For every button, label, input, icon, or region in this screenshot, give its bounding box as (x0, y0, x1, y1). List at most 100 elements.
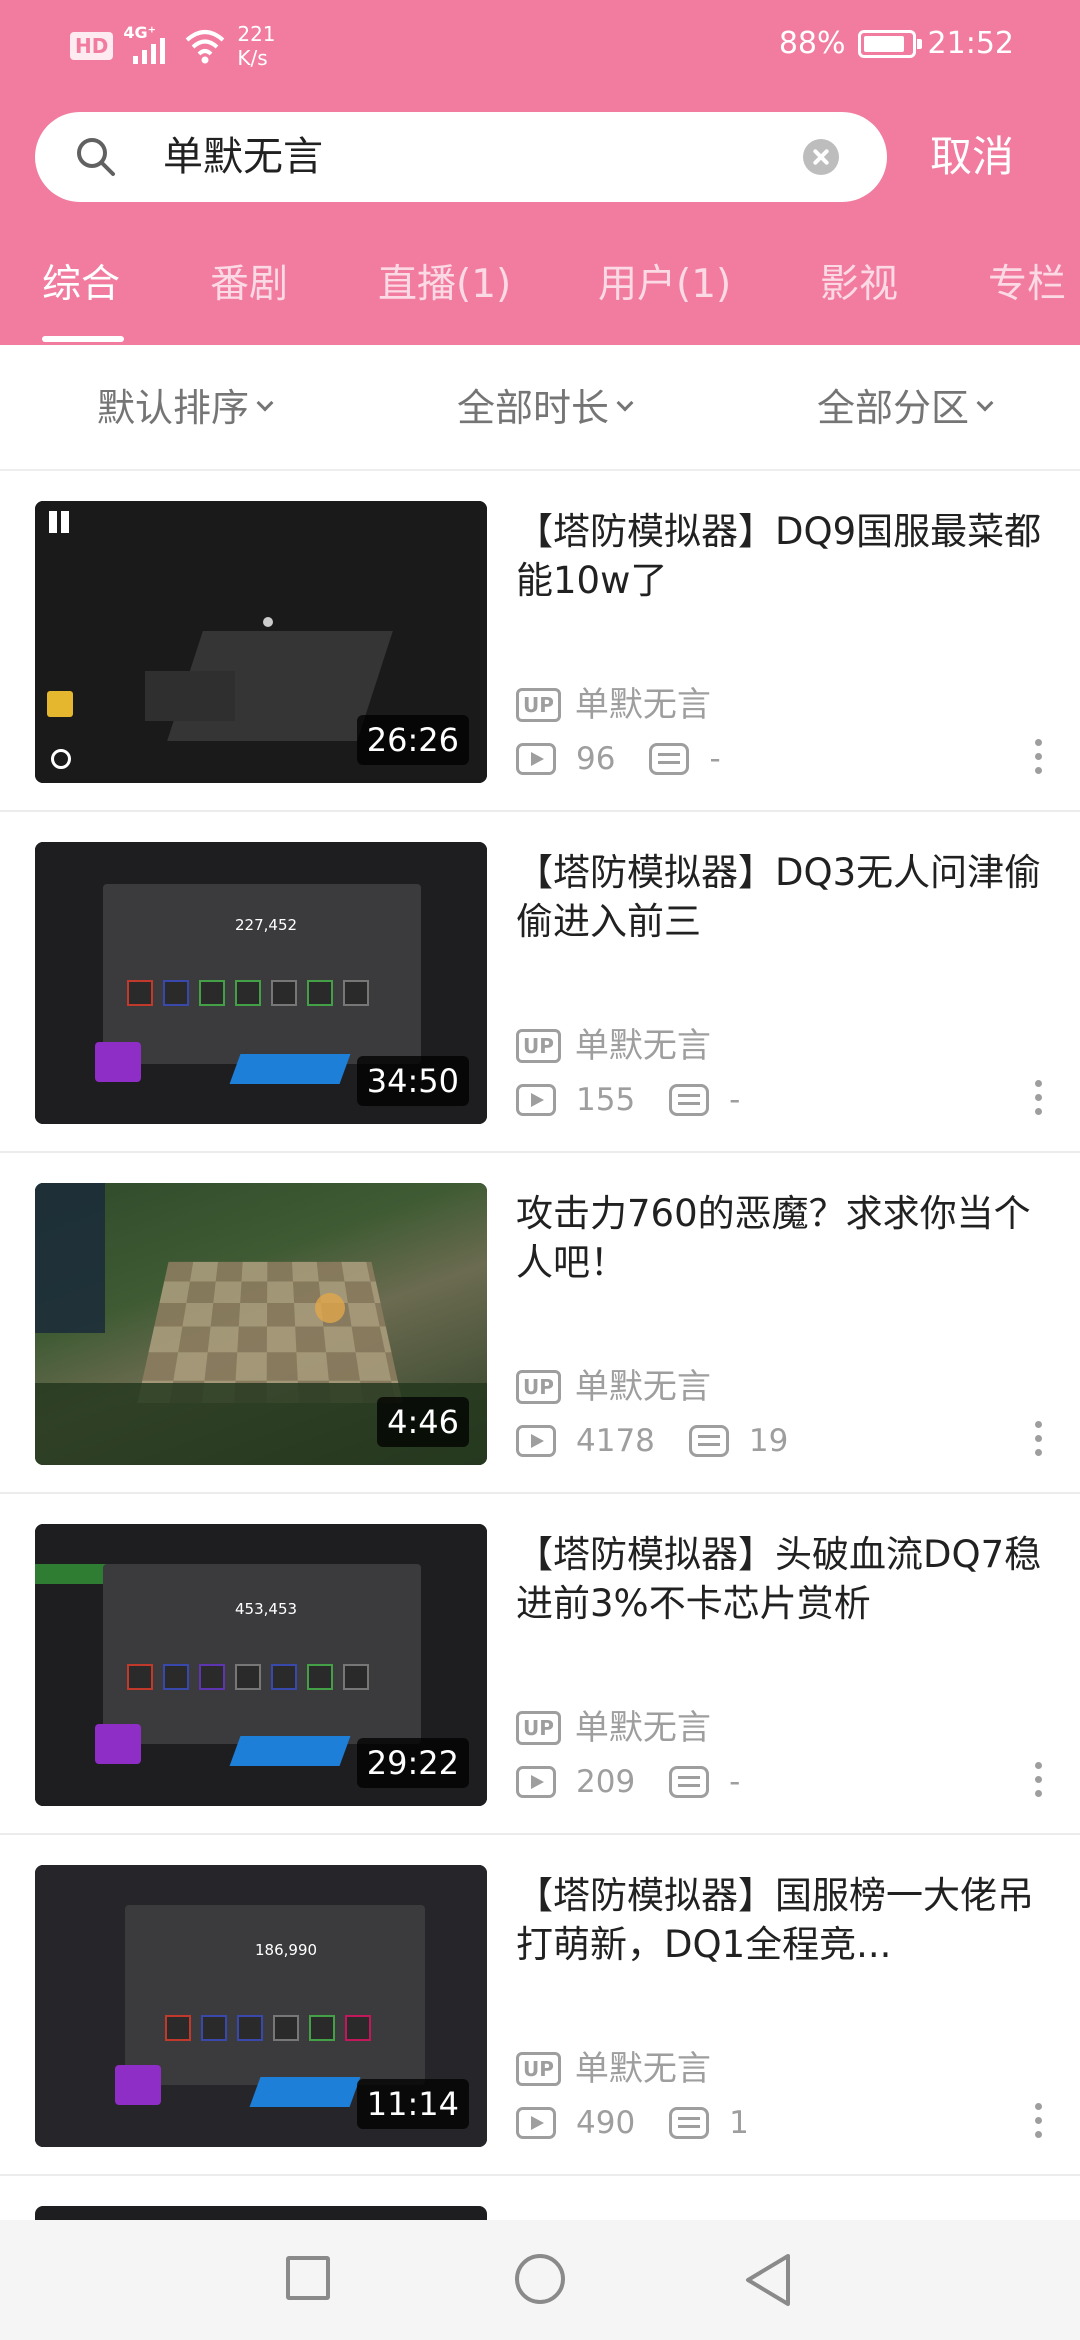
video-thumbnail[interactable]: 453,453 29:22 (35, 1524, 487, 1806)
uploader[interactable]: UP 单默无言 (516, 685, 711, 725)
chevron-down-icon (256, 394, 274, 412)
hd-voice-icon: HD (70, 32, 114, 60)
search-row: 单默无言 取消 (0, 112, 1080, 202)
uploader[interactable]: UP 单默无言 (516, 1367, 711, 1407)
video-duration: 29:22 (356, 1738, 469, 1788)
clock: 21:52 (927, 26, 1014, 61)
play-count-icon (516, 2107, 556, 2139)
sort-filter[interactable]: 默认排序 (97, 385, 274, 431)
tab-anime[interactable]: 番剧 (210, 258, 288, 312)
video-duration: 11:14 (356, 2079, 469, 2129)
video-stats: 490 1 (516, 2103, 749, 2143)
uploader[interactable]: UP 单默无言 (516, 1708, 711, 1748)
thumb-score: 227,452 (235, 916, 298, 934)
up-badge-icon: UP (516, 1711, 561, 1745)
recent-apps-button[interactable] (286, 2256, 330, 2300)
video-stats: 209 - (516, 1762, 740, 1802)
video-duration: 34:50 (356, 1056, 469, 1106)
danmaku-count: - (729, 1764, 741, 1800)
video-thumbnail[interactable]: 186,990 11:14 (35, 1865, 487, 2147)
video-title[interactable]: 【塔防模拟器】DQ9国服最菜都能10w了 (516, 507, 1046, 605)
play-count-icon (516, 743, 556, 775)
uploader[interactable]: UP 单默无言 (516, 1026, 711, 1066)
up-badge-icon: UP (516, 1029, 561, 1063)
video-title[interactable]: 攻击力760的恶魔？求求你当个人吧！ (516, 1189, 1046, 1287)
more-options-icon[interactable] (1032, 1762, 1044, 1802)
danmaku-count-icon (669, 1084, 710, 1116)
video-duration: 4:46 (377, 1397, 469, 1447)
video-title[interactable]: 【塔防模拟器】DQ3无人问津偷偷进入前三 (516, 848, 1046, 946)
video-result-item[interactable]: 4:46 攻击力760的恶魔？求求你当个人吧！ UP 单默无言 4178 19 (0, 1153, 1080, 1494)
wifi-icon (186, 30, 225, 64)
search-input[interactable]: 单默无言 (35, 112, 887, 202)
up-badge-icon: UP (516, 688, 561, 722)
play-count: 96 (576, 741, 616, 777)
home-button[interactable] (515, 2254, 565, 2304)
tab-users[interactable]: 用户(1) (598, 258, 731, 312)
video-result-item[interactable]: 453,453 29:22 【塔防模拟器】头破血流DQ7稳进前3%不卡芯片赏析 … (0, 1494, 1080, 1835)
tab-articles[interactable]: 专栏 (988, 258, 1066, 312)
more-options-icon[interactable] (1032, 1080, 1044, 1120)
video-title[interactable]: 【塔防模拟器】头破血流DQ7稳进前3%不卡芯片赏析 (516, 1530, 1046, 1628)
danmaku-count: - (729, 1082, 741, 1118)
app-header: HD 4G⁺ 221 K/s 88% 21:52 单默无言 取消 综合 番剧 直… (0, 0, 1080, 345)
play-count-icon (516, 1084, 556, 1116)
battery-icon (857, 29, 922, 58)
status-bar: HD 4G⁺ 221 K/s 88% 21:52 (0, 0, 1080, 90)
danmaku-count-icon (688, 1425, 729, 1457)
chevron-down-icon (616, 394, 634, 412)
video-stats: 155 - (516, 1080, 740, 1120)
thumb-score: 453,453 (235, 1600, 298, 1618)
uploader-name: 单默无言 (574, 685, 711, 725)
battery-percent: 88% (778, 26, 846, 61)
system-nav-bar (0, 2220, 1080, 2340)
more-options-icon[interactable] (1032, 1421, 1044, 1461)
battery-level (863, 35, 904, 52)
play-count: 4178 (576, 1423, 655, 1459)
video-result-item[interactable]: 26:26 【塔防模拟器】DQ9国服最菜都能10w了 UP 单默无言 96 - (0, 471, 1080, 812)
danmaku-count: 19 (748, 1423, 789, 1459)
uploader[interactable]: UP 单默无言 (516, 2049, 711, 2089)
video-result-item[interactable]: 186,990 11:14 【塔防模拟器】国服榜一大佬吊打萌新，DQ1全程竞..… (0, 1835, 1080, 2176)
tab-film[interactable]: 影视 (820, 258, 898, 312)
play-count-icon (516, 1425, 556, 1457)
uploader-name: 单默无言 (574, 2049, 711, 2089)
tab-comprehensive[interactable]: 综合 (42, 258, 120, 312)
danmaku-count: 1 (729, 2105, 749, 2141)
danmaku-count: - (709, 741, 721, 777)
more-options-icon[interactable] (1032, 2103, 1044, 2143)
back-button[interactable] (742, 2252, 794, 2308)
uploader-name: 单默无言 (574, 1367, 711, 1407)
video-stats: 96 - (516, 739, 721, 779)
search-query: 单默无言 (163, 134, 323, 180)
chevron-down-icon (976, 394, 994, 412)
more-options-icon[interactable] (1032, 739, 1044, 779)
danmaku-count-icon (669, 1766, 710, 1798)
up-badge-icon: UP (516, 1370, 561, 1404)
thumb-score: 186,990 (255, 1941, 318, 1959)
network-speed: 221 K/s (237, 22, 276, 70)
filter-bar: 默认排序 全部时长 全部分区 (0, 345, 1080, 471)
play-count: 209 (576, 1764, 636, 1800)
video-result-item[interactable]: 227,452 34:50 【塔防模拟器】DQ3无人问津偷偷进入前三 UP 单默… (0, 812, 1080, 1153)
search-icon (77, 138, 115, 176)
video-thumbnail[interactable]: 4:46 (35, 1183, 487, 1465)
cancel-button[interactable]: 取消 (930, 128, 1014, 186)
up-badge-icon: UP (516, 2052, 561, 2086)
tab-live[interactable]: 直播(1) (378, 258, 511, 312)
category-filter[interactable]: 全部分区 (817, 385, 994, 431)
duration-filter[interactable]: 全部时长 (457, 385, 634, 431)
video-thumbnail[interactable]: 227,452 34:50 (35, 842, 487, 1124)
danmaku-count-icon (669, 2107, 710, 2139)
video-title[interactable]: 【塔防模拟器】国服榜一大佬吊打萌新，DQ1全程竞... (516, 1871, 1046, 1969)
video-thumbnail[interactable]: 26:26 (35, 501, 487, 783)
uploader-name: 单默无言 (574, 1026, 711, 1066)
active-tab-indicator (42, 336, 124, 342)
cell-signal-icon: 4G⁺ (123, 24, 173, 66)
play-count: 490 (576, 2105, 636, 2141)
play-count-icon (516, 1766, 556, 1798)
danmaku-count-icon (649, 743, 690, 775)
video-stats: 4178 19 (516, 1421, 788, 1461)
uploader-name: 单默无言 (574, 1708, 711, 1748)
clear-search-icon[interactable] (803, 139, 839, 175)
